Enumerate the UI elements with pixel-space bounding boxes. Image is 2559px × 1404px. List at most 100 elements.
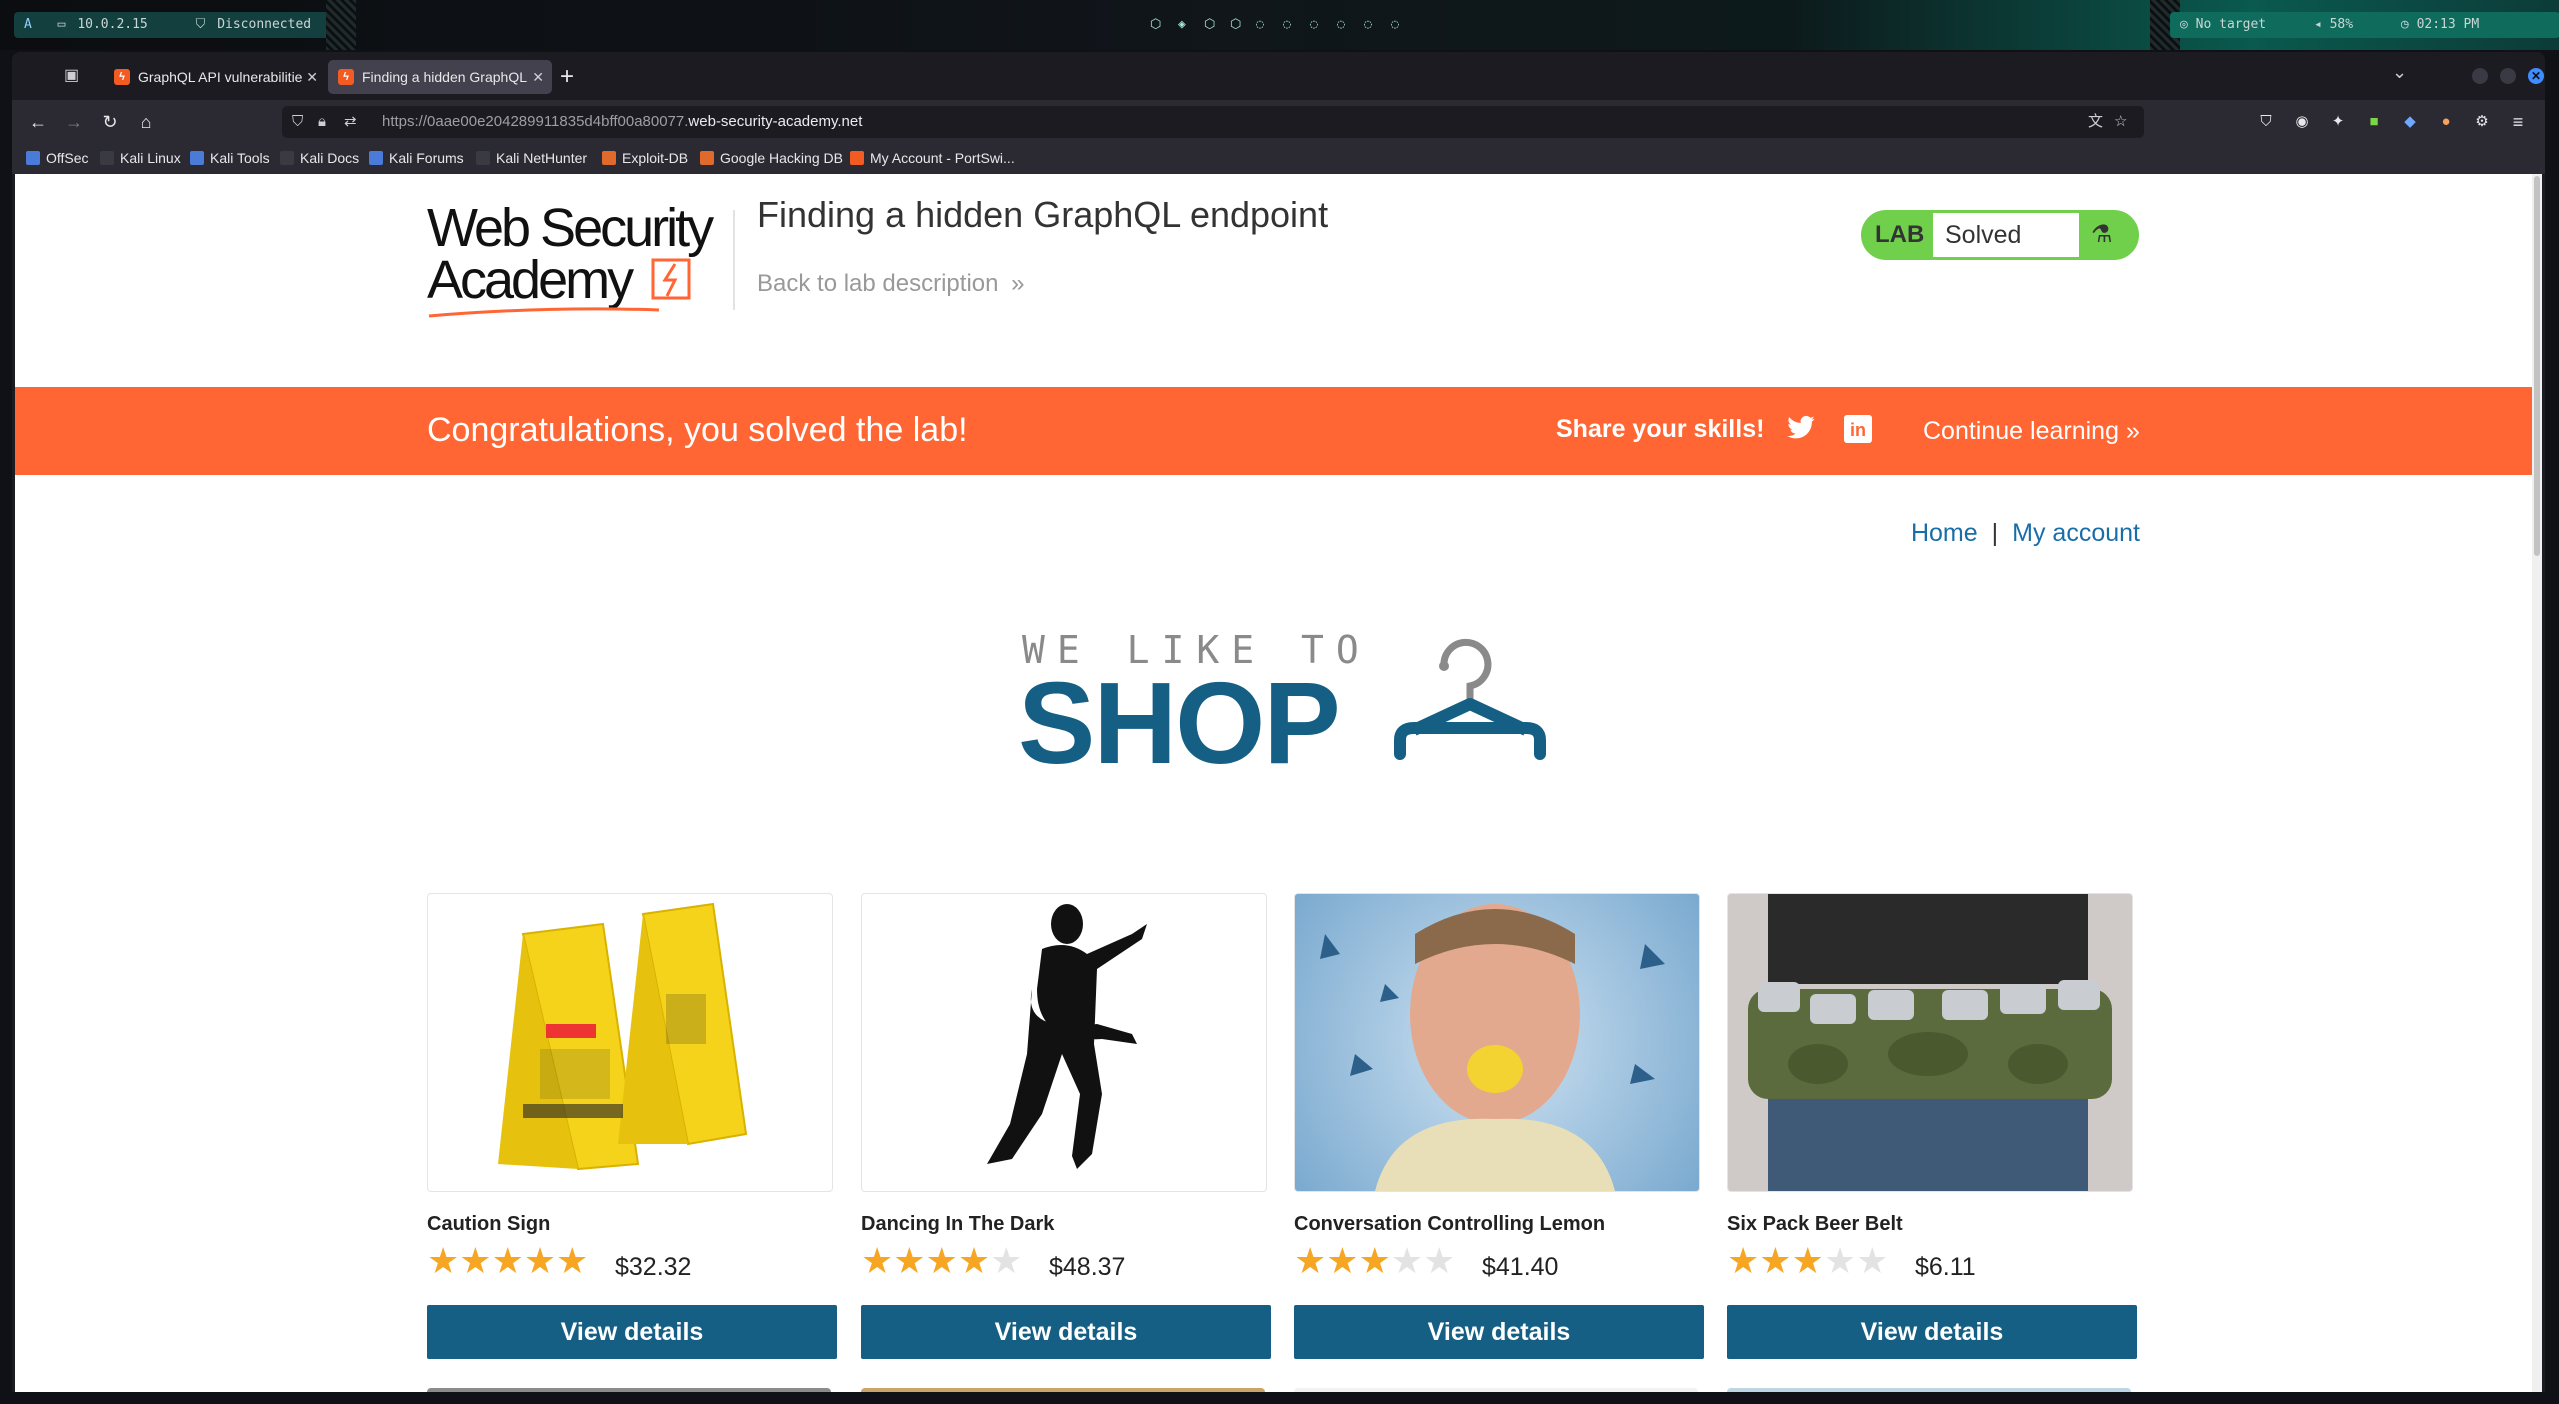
product-price: $41.40 — [1482, 1253, 1559, 1281]
tab-bar: ▣ ϟ GraphQL API vulnerabilitie ✕ ϟ Findi… — [12, 52, 2545, 100]
workspace-icon-1[interactable]: ⬡ — [1150, 17, 1161, 32]
shop-logo-word: SHOP — [1018, 658, 1341, 788]
bookmark-google-hacking-db[interactable]: Google Hacking DB — [700, 150, 843, 166]
scrollbar-thumb[interactable] — [2534, 176, 2540, 556]
extensions-icon[interactable]: ✦ — [2326, 110, 2350, 134]
status-divider — [326, 0, 356, 50]
tab-finding-hidden-graphql[interactable]: ϟ Finding a hidden GraphQL ✕ — [328, 60, 552, 94]
home-link[interactable]: Home — [1911, 519, 1978, 547]
clock-icon: ◷ — [2400, 17, 2409, 32]
view-details-button[interactable]: View details — [1294, 1305, 1704, 1359]
minimize-window-button[interactable] — [2472, 68, 2488, 84]
bookmark-kali-nethunter[interactable]: Kali NetHunter — [476, 150, 587, 166]
tab-overview-icon[interactable]: ▣ — [64, 65, 84, 85]
back-to-lab-description-link[interactable]: Back to lab description » — [757, 270, 1025, 298]
product-name: Six Pack Beer Belt — [1727, 1213, 1903, 1235]
volume-icon: ◂ — [2313, 17, 2322, 32]
congratulations-message: Congratulations, you solved the lab! — [427, 411, 968, 449]
workspace-icon-4[interactable]: ⬡ — [1230, 17, 1241, 32]
bookmark-exploit-db[interactable]: Exploit-DB — [602, 150, 688, 166]
home-icon[interactable]: ⌂ — [134, 110, 158, 134]
forward-arrow-icon[interactable]: → — [62, 110, 86, 134]
product-card-next-row — [1294, 1388, 1698, 1392]
menu-icon[interactable]: ≡ — [2506, 110, 2530, 134]
account-icon[interactable]: ◉ — [2290, 110, 2314, 134]
star-empty-icon: ★ — [990, 1240, 1023, 1281]
product-card-next-row — [1727, 1388, 2131, 1392]
navigation-toolbar: ← → ↻ ⌂ ⛉ 🔒︎ ⇄ https://0aae00e2042899118… — [12, 100, 2545, 144]
browser-window: ▣ ϟ GraphQL API vulnerabilitie ✕ ϟ Findi… — [12, 52, 2545, 1392]
workspace-icon-7[interactable]: ◌ — [1310, 17, 1318, 32]
star-empty-icon: ★ — [1856, 1240, 1889, 1281]
tab-graphql-vulnerabilities[interactable]: ϟ GraphQL API vulnerabilitie ✕ — [104, 60, 326, 94]
logo-bolt-icon — [651, 258, 691, 300]
lock-icon[interactable]: 🔒︎ — [318, 106, 326, 138]
bookmark-kali-forums[interactable]: Kali Forums — [369, 150, 464, 166]
star-filled-icon: ★ — [1759, 1240, 1792, 1281]
address-bar[interactable]: ⛉ 🔒︎ ⇄ https://0aae00e204289911835d4bff0… — [282, 106, 2144, 138]
product-name: Conversation Controlling Lemon — [1294, 1213, 1606, 1235]
flask-icon: ⚗ — [2091, 221, 2113, 248]
workspace-icon-8[interactable]: ◌ — [1337, 17, 1345, 32]
permissions-icon[interactable]: ⇄ — [344, 106, 357, 138]
linkedin-icon[interactable]: in — [1844, 415, 1872, 443]
pocket-icon[interactable]: ⛉ — [2254, 110, 2278, 134]
workspace-icon-10[interactable]: ◌ — [1391, 17, 1399, 32]
web-security-academy-logo[interactable]: Web Security Academy — [427, 201, 727, 318]
product-card: Conversation Controlling Lemon ★★★★★ $41… — [1294, 893, 1704, 1359]
translate-icon[interactable]: ⽂ — [2088, 106, 2103, 138]
extension-green-icon[interactable]: ■ — [2362, 110, 2386, 134]
product-name: Dancing In The Dark — [861, 1213, 1055, 1235]
workspace-icon-2[interactable]: ◈ — [1178, 17, 1186, 32]
lab-status-badge: LAB Solved ⚗ — [1861, 210, 2139, 260]
bookmark-star-icon[interactable]: ☆ — [2114, 106, 2127, 138]
exploit-db-icon — [602, 151, 616, 165]
extension-orange-icon[interactable]: ● — [2434, 110, 2458, 134]
close-window-button[interactable]: ✕ — [2528, 68, 2544, 84]
product-card-next-row — [861, 1388, 1265, 1392]
continue-learning-link[interactable]: Continue learning » — [1923, 417, 2140, 446]
bookmark-kali-tools[interactable]: Kali Tools — [190, 150, 270, 166]
view-details-button[interactable]: View details — [861, 1305, 1271, 1359]
twitter-icon[interactable] — [1786, 413, 1816, 443]
star-empty-icon: ★ — [1390, 1240, 1424, 1281]
star-filled-icon: ★ — [427, 1240, 460, 1281]
view-details-button[interactable]: View details — [1727, 1305, 2137, 1359]
kali-dragon-icon — [100, 151, 114, 165]
product-card: Caution Sign ★★★★★ $32.32 View details — [427, 893, 837, 1359]
product-rating: ★★★★★ — [427, 1243, 588, 1279]
clock-time: 02:13 PM — [2416, 17, 2480, 32]
bookmark-offsec[interactable]: OffSec — [26, 150, 89, 166]
my-account-link[interactable]: My account — [2012, 519, 2140, 547]
page-scrollbar[interactable] — [2532, 174, 2542, 1392]
kali-menu-icon[interactable]: A — [24, 17, 32, 32]
back-arrow-icon[interactable]: ← — [26, 110, 50, 134]
extension-gear-icon[interactable]: ⚙ — [2470, 110, 2494, 134]
bookmark-kali-docs[interactable]: Kali Docs — [280, 150, 359, 166]
list-all-tabs-chevron-icon[interactable]: ⌄ — [2392, 62, 2407, 83]
product-image-six-pack-beer-belt — [1727, 893, 2133, 1192]
workspace-icon-5[interactable]: ◌ — [1256, 17, 1264, 32]
star-filled-icon: ★ — [925, 1240, 958, 1281]
solved-banner: Congratulations, you solved the lab! Sha… — [15, 387, 2532, 475]
star-filled-icon: ★ — [1358, 1240, 1391, 1281]
tab-close-icon[interactable]: ✕ — [306, 60, 318, 94]
workspace-icon-9[interactable]: ◌ — [1364, 17, 1372, 32]
view-details-button[interactable]: View details — [427, 1305, 837, 1359]
lab-status-label: LAB — [1875, 221, 1925, 248]
new-tab-button[interactable]: + — [560, 60, 574, 94]
tab-close-icon[interactable]: ✕ — [532, 60, 544, 94]
workspace-icon-6[interactable]: ◌ — [1283, 17, 1291, 32]
shield-icon[interactable]: ⛉ — [292, 106, 303, 138]
maximize-window-button[interactable] — [2500, 68, 2516, 84]
double-chevron-right-icon: » — [1011, 270, 1025, 297]
bookmark-my-account-portswigger[interactable]: My Account - PortSwi... — [850, 150, 1015, 166]
target-status: No target — [2195, 17, 2267, 32]
product-name: Caution Sign — [427, 1213, 551, 1235]
extension-blue-icon[interactable]: ◆ — [2398, 110, 2422, 134]
workspace-icon-3[interactable]: ⬡ — [1204, 17, 1215, 32]
reload-icon[interactable]: ↻ — [98, 110, 122, 134]
bookmarks-toolbar: OffSec Kali Linux Kali Tools Kali Docs K… — [12, 144, 2545, 174]
bookmark-kali-linux[interactable]: Kali Linux — [100, 150, 181, 166]
product-image-conversation-controlling-lemon — [1294, 893, 1700, 1192]
